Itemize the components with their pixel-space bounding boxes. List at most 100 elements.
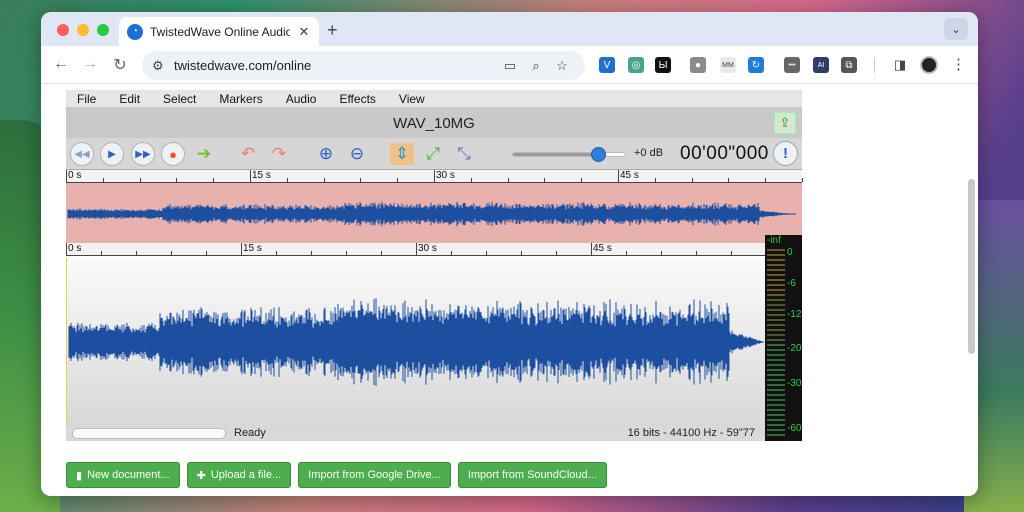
overview-waveform[interactable] [66, 183, 802, 245]
app-menubar: File Edit Select Markers Audio Effects V… [66, 90, 802, 108]
zoom-selection-icon[interactable]: ⤢ [421, 143, 445, 165]
info-icon[interactable]: ! [773, 141, 798, 166]
ruler-tick [136, 251, 137, 255]
ruler-tick [691, 178, 693, 182]
menu-view[interactable]: View [399, 92, 425, 106]
import-google-drive-button[interactable]: Import from Google Drive... [298, 462, 451, 488]
volume-label: +0 dB [634, 147, 664, 159]
bookmark-star-icon[interactable]: ☆ [549, 58, 575, 74]
address-bar[interactable]: ⚙ twistedwave.com/online ▭ ⌕ ☆ [142, 51, 585, 80]
vivaldi-ext-icon[interactable]: V [599, 57, 615, 73]
redo-icon[interactable]: ↷ [267, 143, 291, 165]
mmra-ext-icon[interactable]: MM [720, 57, 736, 73]
status-bar: Ready 16 bits - 44100 Hz - 59"77 [66, 426, 765, 441]
ruler-tick [276, 251, 277, 255]
main-waveform[interactable] [66, 258, 765, 426]
export-icon[interactable]: ⇪ [774, 112, 796, 134]
chrome-menu-icon[interactable]: ⋮ [951, 55, 966, 73]
zoom-fit-icon[interactable]: ⇕ [390, 143, 414, 165]
ruler-tick [731, 251, 732, 255]
reload-icon[interactable]: ↻ [110, 55, 130, 75]
menu-edit[interactable]: Edit [119, 92, 140, 106]
ruler-tick [556, 251, 557, 255]
site-settings-icon[interactable]: ⚙ [152, 58, 174, 74]
profile-avatar[interactable] [920, 56, 938, 74]
level-meter: -inf 0 -6 -12 -20 -30 -60 [765, 235, 802, 441]
upload-file-button[interactable]: ✚ Upload a file... [186, 462, 292, 488]
zoom-out-icon[interactable]: ⊖ [345, 143, 369, 165]
tab-search-button[interactable]: ⌄ [944, 18, 968, 40]
ruler-label: 45 s [593, 243, 612, 254]
main-waveform-graphic [68, 298, 764, 386]
zoom-icon[interactable]: ⌕ [523, 58, 549, 74]
play-selection-arrow-icon[interactable]: ➔ [192, 143, 216, 165]
meter-segment [767, 369, 785, 371]
ruler-tick [618, 170, 619, 182]
new-tab-button[interactable]: + [327, 20, 338, 41]
new-document-button[interactable]: ▮ New document... [66, 462, 180, 488]
back-arrow-icon[interactable]: ← [51, 55, 71, 73]
overview-waveform-graphic [67, 201, 796, 227]
browser-toolbar: ← → ↻ ⚙ twistedwave.com/online ▭ ⌕ ☆ V ◎ Ы… [41, 46, 978, 84]
puzzle-ext-icon[interactable]: ⧉ [841, 57, 857, 73]
page-scrollbar[interactable] [968, 179, 975, 354]
world-ext-icon[interactable]: ● [690, 57, 706, 73]
meter-segment [767, 259, 785, 261]
ruler-label: 30 s [436, 170, 455, 181]
ruler-tick [323, 178, 325, 182]
meter-segment [767, 254, 785, 256]
meter-segment [767, 279, 785, 281]
menu-file[interactable]: File [77, 92, 96, 106]
meter-segment [767, 394, 785, 396]
sync-ext-icon[interactable]: ↻ [748, 57, 764, 73]
menu-effects[interactable]: Effects [339, 92, 375, 106]
volume-knob[interactable] [591, 147, 607, 162]
ruler-tick [176, 178, 178, 182]
undo-icon[interactable]: ↶ [236, 143, 260, 165]
maximize-window-button[interactable] [97, 24, 109, 36]
forward-arrow-icon[interactable]: → [80, 55, 100, 73]
meter-segment [767, 249, 785, 251]
minimize-window-button[interactable] [77, 24, 89, 36]
meter-segment [767, 304, 785, 306]
import-soundcloud-button[interactable]: Import from SoundCloud... [457, 462, 607, 488]
meter-segment [767, 264, 785, 266]
document-icon: ▮ [76, 469, 83, 482]
meter-segment [767, 359, 785, 361]
zoom-in-icon[interactable]: ⊕ [314, 143, 338, 165]
ruler-tick [521, 251, 522, 255]
meter-label-30: -30 [787, 378, 802, 389]
volume-slider[interactable] [512, 147, 626, 162]
side-panel-icon[interactable]: ◨ [892, 57, 908, 73]
meter-segment [767, 294, 785, 296]
main-ruler[interactable]: 0 s 15 s 30 s 45 s [66, 243, 765, 256]
browser-tab[interactable]: ◔ TwistedWave Online Audio Ed ✕ [119, 17, 319, 46]
url-text[interactable]: twistedwave.com/online [174, 58, 497, 73]
menu-select[interactable]: Select [163, 92, 196, 106]
ai-ext-icon[interactable]: AI [813, 57, 829, 73]
rewind-button[interactable]: ◀◀ [70, 142, 94, 166]
record-button[interactable]: ● [161, 142, 185, 166]
tab-close-icon[interactable]: ✕ [297, 24, 311, 40]
plus-icon: ✚ [196, 469, 206, 482]
ruler-tick [544, 178, 546, 182]
meter-segment [767, 379, 785, 381]
play-button[interactable]: ▶ [100, 142, 124, 166]
ruler-tick [696, 251, 697, 255]
dots-ext-icon[interactable]: ••• [784, 57, 800, 73]
meter-segment [767, 269, 785, 271]
zoom-full-icon[interactable]: ⤡ [452, 143, 476, 165]
camera-blocked-icon[interactable]: ▭ [497, 58, 523, 74]
menu-markers[interactable]: Markers [219, 92, 262, 106]
globe-ext-icon[interactable]: ◎ [628, 57, 644, 73]
dark-ext-icon[interactable]: Ы [655, 57, 671, 73]
fast-forward-button[interactable]: ▶▶ [131, 142, 155, 166]
meter-segment [767, 344, 785, 346]
close-window-button[interactable] [57, 24, 69, 36]
meter-segment [767, 354, 785, 356]
meter-segment [767, 374, 785, 376]
overview-ruler[interactable]: 0 s 15 s 30 s 45 s [66, 170, 803, 183]
menu-audio[interactable]: Audio [286, 92, 317, 106]
meter-segment [767, 274, 785, 276]
meter-segment [767, 284, 785, 286]
